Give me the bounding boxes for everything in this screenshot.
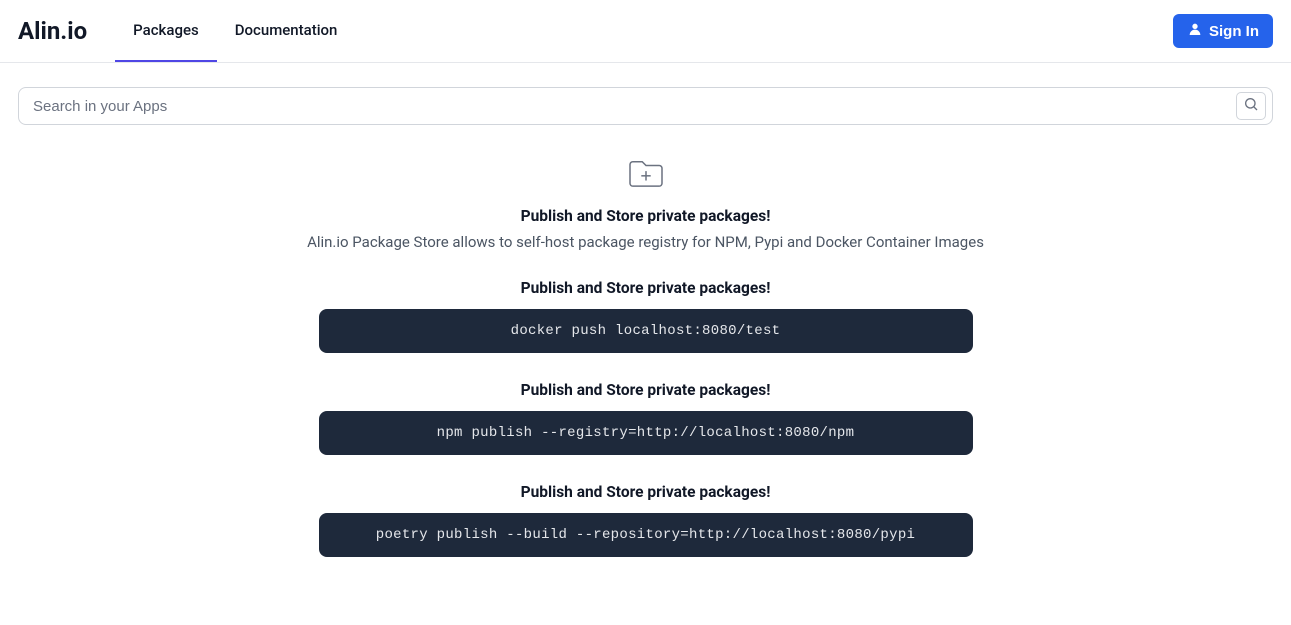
search-container (0, 63, 1291, 145)
example-title: Publish and Store private packages! (186, 279, 1106, 297)
navbar: Alin.io Packages Documentation Sign In (0, 0, 1291, 63)
example-poetry: Publish and Store private packages! poet… (186, 483, 1106, 557)
nav-documentation[interactable]: Documentation (217, 0, 356, 62)
logo[interactable]: Alin.io (18, 17, 87, 45)
search-button[interactable] (1236, 92, 1266, 120)
nav-links: Packages Documentation (115, 0, 355, 62)
nav-packages[interactable]: Packages (115, 0, 217, 62)
search-wrapper (18, 87, 1273, 125)
search-input[interactable] (33, 98, 1236, 115)
folder-plus-icon (627, 157, 665, 189)
sign-in-button[interactable]: Sign In (1173, 14, 1273, 48)
sign-in-label: Sign In (1209, 23, 1259, 40)
search-icon (1243, 96, 1259, 116)
code-block: poetry publish --build --repository=http… (319, 513, 973, 557)
example-docker: Publish and Store private packages! dock… (186, 279, 1106, 353)
user-icon (1187, 21, 1203, 41)
example-title: Publish and Store private packages! (186, 483, 1106, 501)
code-block: npm publish --registry=http://localhost:… (319, 411, 973, 455)
code-block: docker push localhost:8080/test (319, 309, 973, 353)
example-npm: Publish and Store private packages! npm … (186, 381, 1106, 455)
navbar-left: Alin.io Packages Documentation (18, 0, 355, 62)
intro-description: Alin.io Package Store allows to self-hos… (186, 233, 1106, 251)
example-title: Publish and Store private packages! (186, 381, 1106, 399)
intro-heading: Publish and Store private packages! (186, 207, 1106, 225)
main-content: Publish and Store private packages! Alin… (166, 145, 1126, 625)
